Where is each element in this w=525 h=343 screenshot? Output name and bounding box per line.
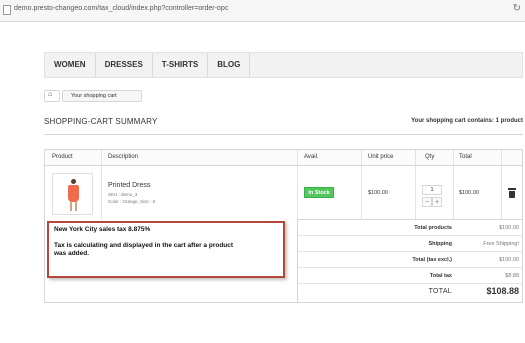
total-products-row: Total products $100.00 [298,220,523,236]
unit-price: $100.00 [368,190,388,196]
header-qty: Qty [425,154,435,160]
column-divider [361,150,362,219]
breadcrumb: ⌂ Your shopping cart [44,90,144,102]
product-thumbnail[interactable] [52,173,93,215]
total-tax-excl-label: Total (tax excl.) [412,257,452,263]
annotation-line-1: New York City sales tax 8.875% [54,226,151,233]
column-divider [501,150,502,219]
nav-item-women[interactable]: WOMEN [45,53,96,77]
trash-icon[interactable] [508,188,516,198]
total-tax-excl-row: Total (tax excl.) $100.00 [298,252,523,268]
total-tax-label: Total tax [429,273,452,279]
header-unit-price: Unit price [368,154,394,160]
nav-item-dresses[interactable]: DRESSES [96,53,153,77]
divider [44,134,523,135]
grand-total-label: TOTAL [428,288,452,295]
quantity-input[interactable]: 1 [422,185,442,195]
browser-url-bar[interactable]: demo.presto-changeo.com/tax_cloud/index.… [0,0,525,22]
annotation-line-3: was added. [54,250,90,257]
home-icon: ⌂ [48,91,53,98]
qty-increase-button[interactable]: + [432,197,442,207]
breadcrumb-home[interactable]: ⌂ [44,90,60,102]
shipping-value: Free Shipping! [483,241,519,247]
page-title: SHOPPING-CART SUMMARY [44,117,158,126]
column-divider [297,150,298,219]
total-tax-excl-value: $100.00 [499,257,519,263]
header-product: Product [52,154,73,160]
total-products-value: $100.00 [499,225,519,231]
nav-item-tshirts[interactable]: T-SHIRTS [153,53,209,77]
product-attributes[interactable]: Color : Orange, Size : S [108,199,156,204]
column-divider [415,150,416,219]
total-products-label: Total products [414,225,452,231]
column-divider [453,150,454,219]
main-nav: WOMEN DRESSES T-SHIRTS BLOG [44,52,523,78]
header-description: Description [108,154,139,160]
product-sku: SKU : demo_3 [108,192,138,197]
page-icon [3,5,11,15]
annotation-line-2: Tax is calculating and displayed in the … [54,242,234,249]
total-tax-value: $8.88 [505,273,519,279]
line-total: $100.00 [459,190,479,196]
grand-total-value: $108.88 [486,286,519,296]
cart-count: Your shopping cart contains: 1 product [411,118,523,124]
qty-decrease-button[interactable]: − [422,197,432,207]
annotation-callout: New York City sales tax 8.875% Tax is ca… [47,221,285,278]
breadcrumb-current: Your shopping cart [62,90,142,102]
shipping-label: Shipping [428,241,452,247]
total-tax-row: Total tax $8.88 [298,268,523,284]
nav-item-blog[interactable]: BLOG [208,53,251,77]
stock-badge: In Stock [304,187,334,198]
table-header: Product Description Avail. Unit price Qt… [45,150,522,166]
url-text[interactable]: demo.presto-changeo.com/tax_cloud/index.… [14,5,228,12]
grand-total-row: TOTAL $108.88 [298,284,523,303]
header-total: Total [459,154,472,160]
reload-icon[interactable]: ↻ [513,3,521,14]
product-name[interactable]: Printed Dress [108,182,150,189]
header-availability: Avail. [304,154,319,160]
column-divider [101,150,102,219]
cart-totals: Total products $100.00 Shipping Free Shi… [297,219,523,303]
shipping-row: Shipping Free Shipping! [298,236,523,252]
